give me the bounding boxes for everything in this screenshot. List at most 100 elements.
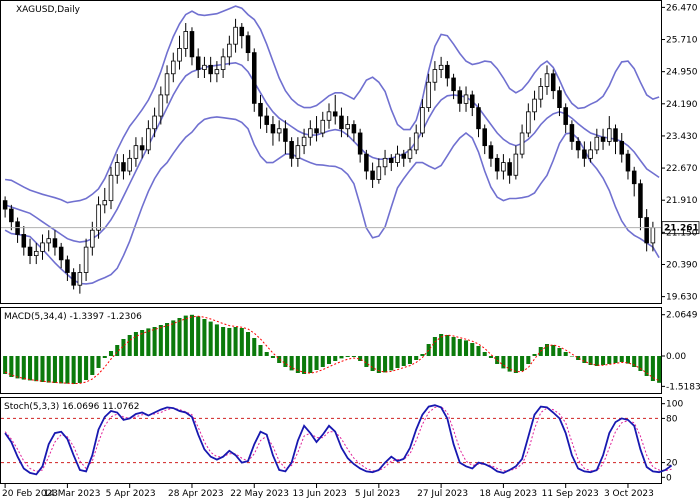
macd-bar xyxy=(482,352,487,356)
stoch-tick-label: 20 xyxy=(666,459,678,469)
candle-body xyxy=(108,174,114,202)
candle-body xyxy=(613,128,618,142)
candle-body xyxy=(195,56,201,70)
macd-bar xyxy=(657,356,662,383)
macd-bar xyxy=(445,335,450,356)
macd-bar xyxy=(202,319,207,356)
macd-bar xyxy=(407,356,412,364)
x-tick-label: 13 Jun 2023 xyxy=(293,489,347,499)
main-tick-label: 25.710 xyxy=(666,36,698,46)
candle-body xyxy=(2,200,8,210)
candle-body xyxy=(189,31,195,58)
candle-body xyxy=(594,136,600,151)
candle-body xyxy=(438,64,444,70)
candle-body xyxy=(220,56,226,70)
candle-body xyxy=(625,153,631,172)
macd-bar xyxy=(532,354,537,356)
candle-body xyxy=(239,26,245,37)
candle-body xyxy=(395,153,400,163)
macd-bar xyxy=(551,345,556,356)
stoch-tick-label: 80 xyxy=(666,414,678,424)
macd-bar xyxy=(65,356,70,384)
candle-body xyxy=(650,227,656,244)
macd-bar xyxy=(3,356,8,374)
candle-body xyxy=(320,119,326,134)
macd-bar xyxy=(495,356,500,364)
macd-bar xyxy=(246,332,251,356)
candle-body xyxy=(21,234,27,248)
candle-body xyxy=(233,26,238,45)
candle-body xyxy=(308,128,313,138)
candle-body xyxy=(538,86,544,100)
candle-body xyxy=(339,115,344,130)
macd-bar xyxy=(389,356,394,371)
macd-bar xyxy=(208,321,213,356)
x-tick-label: 5 Apr 2023 xyxy=(106,489,156,499)
symbol-label: XAGUSD,Daily xyxy=(16,5,81,15)
candle-body xyxy=(526,111,531,134)
macd-tick-label: -1.5183 xyxy=(666,382,700,392)
candle-body xyxy=(121,162,126,172)
macd-bar xyxy=(563,352,568,356)
candle-body xyxy=(357,132,363,155)
macd-bar xyxy=(526,356,531,364)
macd-bar xyxy=(557,348,562,356)
macd-bar xyxy=(59,356,64,384)
candle-body xyxy=(382,157,388,168)
candle-body xyxy=(276,128,282,134)
bollinger-bands xyxy=(4,5,660,285)
macd-bar xyxy=(183,315,188,356)
macd-bar xyxy=(21,356,26,380)
x-tick-label: 28 Apr 2023 xyxy=(168,489,224,499)
candle-body xyxy=(488,145,494,159)
macd-label: MACD(5,34,4) -1.3397 -1.2306 xyxy=(4,312,142,322)
candle-body xyxy=(183,31,189,49)
candle-body xyxy=(345,124,350,130)
x-tick-label: 22 May 2023 xyxy=(230,489,289,499)
macd-bar xyxy=(370,356,375,371)
candle-body xyxy=(83,246,89,273)
candle-body xyxy=(52,238,58,248)
x-tick-label: 14 Mar 2023 xyxy=(43,489,100,499)
stoch-label: Stoch(5,3,3) 16.0696 11.0762 xyxy=(4,402,139,412)
candle-body xyxy=(58,246,64,261)
macd-bar xyxy=(189,314,194,356)
candle-body xyxy=(451,77,456,92)
candle-body xyxy=(457,90,463,104)
macd-bar xyxy=(283,356,288,367)
macd-bar xyxy=(171,320,176,356)
candles xyxy=(2,18,656,294)
candle-body xyxy=(289,141,294,159)
candle-body xyxy=(65,259,70,273)
macd-bar xyxy=(46,356,51,383)
macd-bar xyxy=(650,356,655,381)
candle-body xyxy=(283,128,288,142)
macd-bar xyxy=(270,356,275,358)
candle-body xyxy=(575,141,581,151)
macd-bar xyxy=(395,356,400,368)
macd-bar xyxy=(613,356,618,363)
candle-body xyxy=(482,128,487,147)
macd-bar xyxy=(351,356,356,357)
candle-body xyxy=(544,73,550,87)
macd-bar xyxy=(40,356,45,382)
macd-bar xyxy=(457,339,462,356)
candle-body xyxy=(494,157,500,172)
macd-bar xyxy=(264,352,269,356)
candle-body xyxy=(532,98,537,113)
x-tick-label: 11 Sep 2023 xyxy=(542,489,599,499)
macd-bar xyxy=(177,318,182,356)
macd-bar xyxy=(90,356,95,375)
macd-bar xyxy=(146,328,151,356)
macd-bar xyxy=(152,327,157,356)
candle-body xyxy=(401,153,407,159)
macd-bar xyxy=(383,356,388,373)
macd-bar xyxy=(252,338,257,356)
candle-body xyxy=(164,73,170,96)
main-tick-label: 20.390 xyxy=(666,260,698,270)
candle-body xyxy=(569,124,575,142)
macd-bar xyxy=(96,356,101,368)
candle-body xyxy=(364,153,369,172)
macd-bar xyxy=(345,356,350,357)
candle-body xyxy=(77,272,83,286)
